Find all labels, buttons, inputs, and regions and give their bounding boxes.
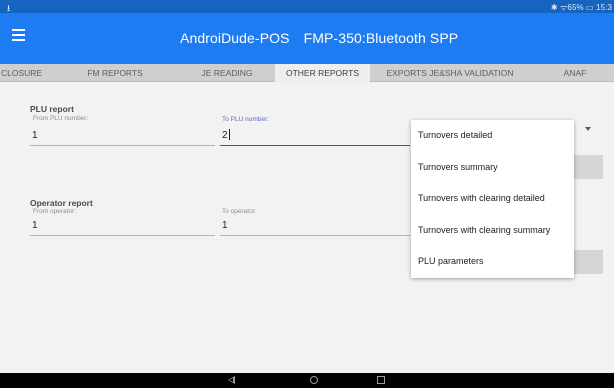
from-plu-label: From PLU number: bbox=[33, 115, 89, 122]
to-operator-label: To operator: bbox=[222, 208, 257, 215]
to-plu-value: 2 bbox=[222, 130, 228, 141]
to-operator-value: 1 bbox=[222, 220, 228, 231]
app-name: AndroiDude-POS bbox=[180, 30, 290, 46]
menu-item-turnovers-detailed[interactable]: Turnovers detailed bbox=[411, 120, 574, 151]
navigation-bar bbox=[0, 373, 614, 388]
app-title: AndroiDude-POS FMP-350:Bluetooth SPP bbox=[180, 30, 458, 46]
menu-item-turnovers-with-clearing-summary[interactable]: Turnovers with clearing summary bbox=[411, 215, 574, 246]
home-icon[interactable] bbox=[310, 376, 318, 384]
menu-item-turnovers-summary[interactable]: Turnovers summary bbox=[411, 152, 574, 183]
menu-item-turnovers-with-clearing-detailed[interactable]: Turnovers with clearing detailed bbox=[411, 183, 574, 214]
plu-report-title: PLU report bbox=[30, 104, 74, 114]
report-type-dropdown-menu: Turnovers detailed Turnovers summary Tur… bbox=[411, 120, 574, 278]
from-plu-value: 1 bbox=[32, 130, 38, 141]
back-icon[interactable] bbox=[228, 376, 235, 384]
to-plu-label: To PLU number: bbox=[222, 116, 269, 123]
tab-other-reports[interactable]: OTHER REPORTS bbox=[275, 64, 370, 82]
tab-anaf[interactable]: ANAF bbox=[540, 64, 610, 82]
status-bar: ⭳ ✱ ᯤ65% ▭ 15:3 bbox=[0, 0, 614, 13]
from-operator-label: From operator: bbox=[33, 208, 76, 215]
from-plu-input[interactable]: 1 bbox=[30, 129, 215, 146]
tab-je-reading[interactable]: JE READING bbox=[180, 64, 274, 82]
operator-report-title: Operator report bbox=[30, 198, 93, 208]
recent-apps-icon[interactable] bbox=[377, 376, 385, 384]
device-name: FMP-350:Bluetooth SPP bbox=[303, 30, 459, 46]
tab-closure[interactable]: CLOSURE bbox=[0, 64, 42, 82]
tab-bar: CLOSURE FM REPORTS JE READING OTHER REPO… bbox=[0, 64, 614, 82]
from-operator-input[interactable]: 1 bbox=[30, 219, 215, 236]
from-operator-value: 1 bbox=[32, 220, 38, 231]
app-bar: AndroiDude-POS FMP-350:Bluetooth SPP bbox=[0, 13, 614, 64]
tab-fm-reports[interactable]: FM REPORTS bbox=[50, 64, 180, 82]
chevron-down-icon[interactable] bbox=[585, 127, 591, 131]
text-caret bbox=[228, 129, 230, 140]
tab-exports-je-sha-validation[interactable]: EXPORTS JE&SHA VALIDATION bbox=[370, 64, 530, 82]
to-operator-input[interactable]: 1 bbox=[220, 219, 410, 236]
menu-item-plu-parameters[interactable]: PLU parameters bbox=[411, 246, 574, 277]
to-plu-input[interactable]: 2 bbox=[220, 129, 410, 146]
hamburger-menu-icon[interactable] bbox=[12, 29, 25, 42]
status-indicators: ✱ ᯤ65% ▭ 15:3 bbox=[550, 3, 612, 12]
